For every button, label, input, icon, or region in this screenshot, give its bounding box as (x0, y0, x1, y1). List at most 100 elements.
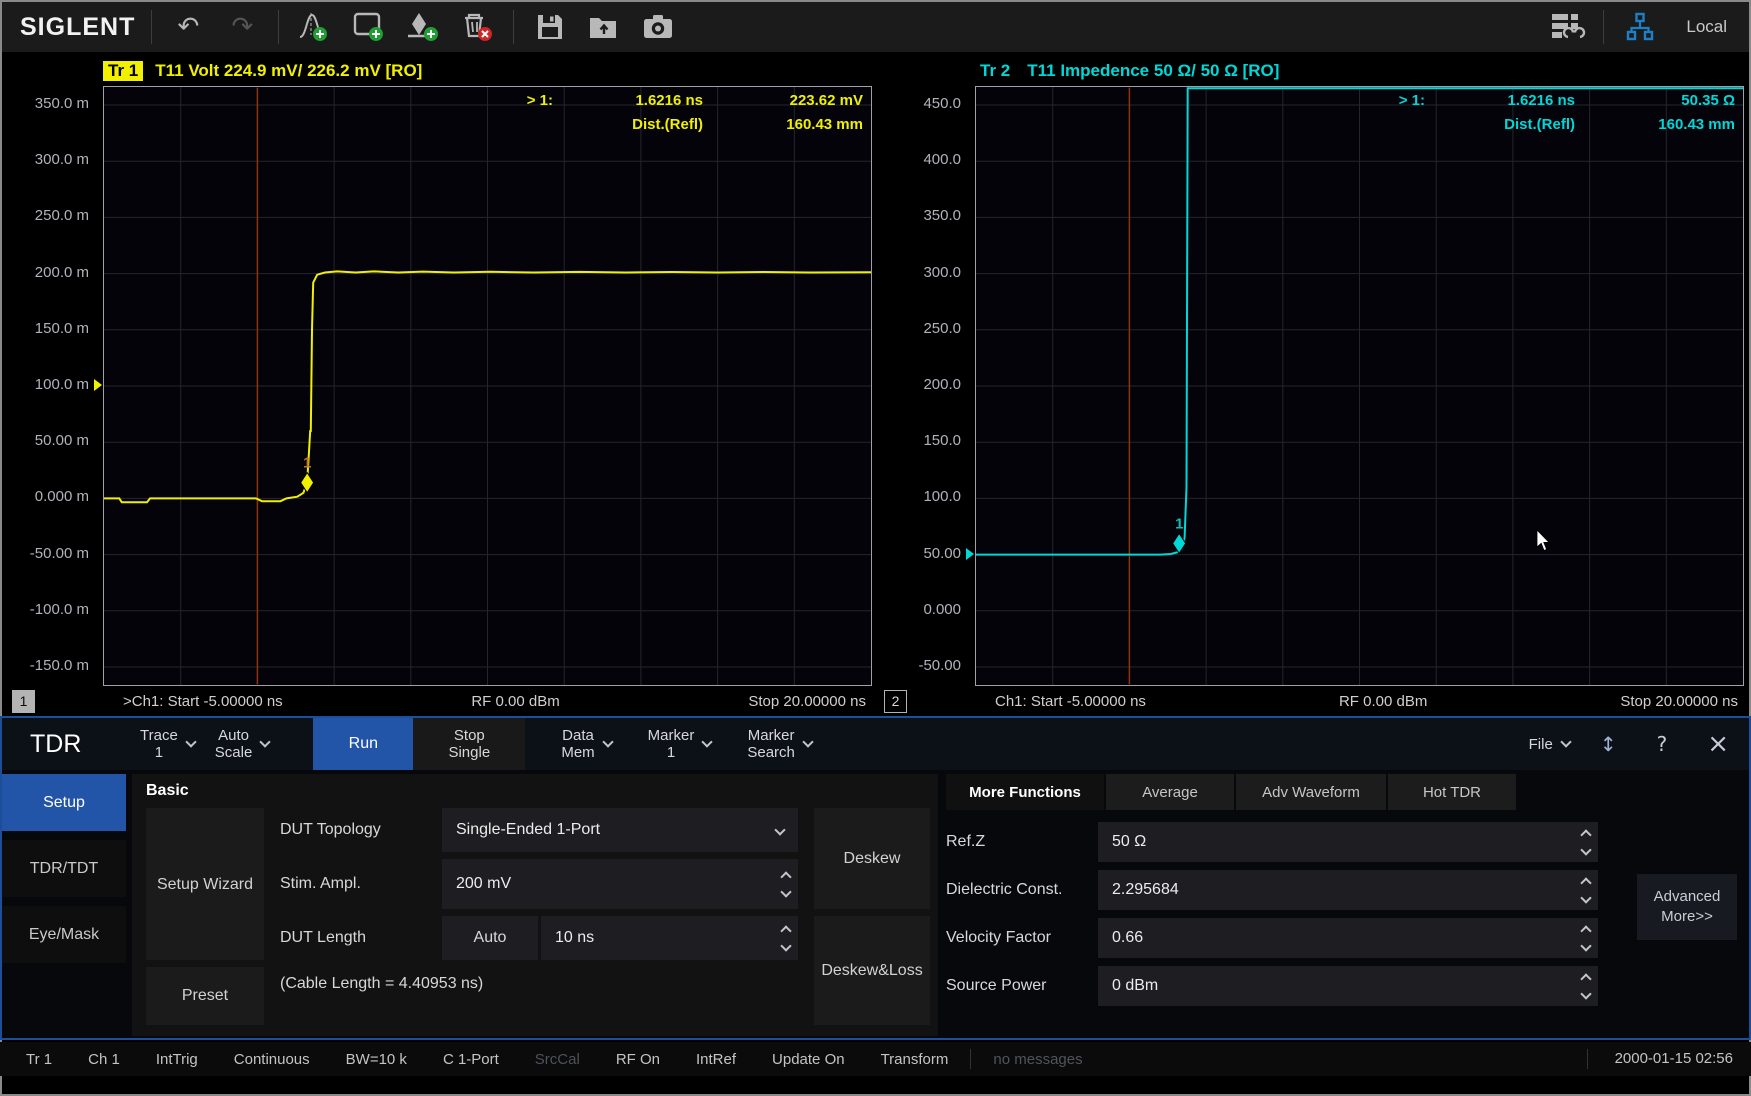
source-power-stepper[interactable] (1582, 966, 1590, 1006)
open-file-icon[interactable] (584, 7, 624, 47)
sidebar-item-setup[interactable]: Setup (2, 774, 126, 831)
ref-z-stepper[interactable] (1582, 822, 1590, 862)
start-time-label: >Ch1: Start -5.00000 ns (123, 693, 283, 710)
stim-ampl-stepper[interactable] (782, 859, 790, 909)
tab-average[interactable]: Average (1106, 774, 1234, 810)
status-separator (970, 1049, 971, 1069)
chevron-down-icon (780, 940, 791, 951)
add-window-icon[interactable] (349, 7, 389, 47)
chevron-down-icon (1580, 940, 1591, 951)
stim-ampl-field[interactable]: 200 mV (442, 859, 798, 909)
preset-button[interactable]: Preset (146, 967, 264, 1025)
run-button[interactable]: Run (313, 718, 413, 770)
help-icon[interactable]: ? (1637, 732, 1688, 756)
menu-marker-search[interactable]: MarkerSearch (737, 718, 822, 770)
chevron-down-icon (1580, 892, 1591, 903)
status-item: RF On (616, 1051, 660, 1068)
redo-icon[interactable]: ↷ (222, 7, 262, 47)
dut-topology-select[interactable]: Single-Ended 1-Port (442, 808, 798, 852)
reference-level-marker (966, 548, 974, 560)
more-functions-section: More Functions Average Adv Waveform Hot … (946, 774, 1749, 1036)
screenshot-icon[interactable] (638, 7, 678, 47)
status-item: IntTrig (156, 1051, 198, 1068)
source-power-field[interactable]: 0 dBm (1098, 966, 1598, 1006)
add-marker-icon[interactable] (403, 7, 443, 47)
y-axis-labels: 450.0400.0350.0300.0250.0200.0150.0100.0… (880, 86, 975, 686)
tab-adv-waveform[interactable]: Adv Waveform (1236, 774, 1386, 810)
tab-hot-tdr[interactable]: Hot TDR (1388, 774, 1516, 810)
rf-power-label: RF 0.00 dBm (1339, 693, 1427, 710)
dielectric-const-field[interactable]: 2.295684 (1098, 870, 1598, 910)
y-axis-tick-label: 0.000 m (35, 488, 89, 505)
sidebar-item-tdr-tdt[interactable]: TDR/TDT (2, 840, 126, 897)
ref-z-field[interactable]: 50 Ω (1098, 822, 1598, 862)
status-datetime: 2000-01-15 02:56 (1615, 1050, 1733, 1067)
y-axis-tick-label: -50.00 m (30, 545, 89, 562)
network-icon[interactable] (1620, 7, 1660, 47)
y-axis-tick-label: 350.0 m (35, 95, 89, 112)
y-axis-tick-label: 300.0 m (35, 151, 89, 168)
window2-badge[interactable]: 2 (884, 690, 907, 713)
dut-length-auto-button[interactable]: Auto (442, 916, 538, 960)
top-toolbar: SIGLENT ↶ ↷ (2, 2, 1749, 52)
deskew-button[interactable]: Deskew (814, 808, 930, 909)
trace2-tag[interactable]: Tr 2 (975, 61, 1015, 81)
plot-area-2[interactable]: 1 > 1: 1.6216 ns 50.35 Ω Dist.(Refl) 160… (975, 86, 1744, 686)
chevron-up-icon (1580, 829, 1591, 840)
undo-icon[interactable]: ↶ (168, 7, 208, 47)
menu-data-mem[interactable]: DataMem (551, 718, 621, 770)
trace2-footer: 2 Ch1: Start -5.00000 ns RF 0.00 dBm Sto… (880, 686, 1744, 716)
stop-single-button[interactable]: StopSingle (413, 718, 525, 770)
y-axis-tick-label: -100.0 m (30, 601, 89, 618)
velocity-factor-label: Velocity Factor (946, 918, 1098, 958)
marker1-readout: > 1: 1.6216 ns 223.62 mV Dist.(Refl) 160… (497, 92, 863, 140)
chevron-down-icon (602, 736, 613, 747)
save-file-icon[interactable] (530, 7, 570, 47)
dielectric-const-label: Dielectric Const. (946, 870, 1098, 910)
menu-trace[interactable]: Trace1 (130, 718, 205, 770)
add-trace-icon[interactable] (295, 7, 335, 47)
dut-length-field[interactable]: 10 ns (541, 916, 798, 960)
display-link-icon[interactable] (1547, 7, 1587, 47)
tab-more-functions[interactable]: More Functions (946, 774, 1104, 810)
mouse-cursor (1536, 530, 1552, 552)
y-axis-tick-label: 150.0 m (35, 320, 89, 337)
window1-badge[interactable]: 1 (12, 690, 35, 713)
advanced-more-button[interactable]: Advanced More>> (1637, 874, 1737, 940)
menu-auto-scale[interactable]: AutoScale (205, 718, 280, 770)
tdr-panel-body: Setup TDR/TDT Eye/Mask Basic Setup Wizar… (2, 770, 1749, 1036)
tdr-sidebar: Setup TDR/TDT Eye/Mask (2, 774, 126, 1036)
velocity-factor-stepper[interactable] (1582, 918, 1590, 958)
velocity-factor-field[interactable]: 0.66 (1098, 918, 1598, 958)
y-axis-tick-label: 450.0 (923, 95, 961, 112)
start-time-label: Ch1: Start -5.00000 ns (995, 693, 1146, 710)
status-item: Update On (772, 1051, 845, 1068)
dut-length-stepper[interactable] (782, 916, 790, 960)
chevron-down-icon (774, 824, 785, 835)
menu-file[interactable]: File (1519, 718, 1580, 770)
y-axis-tick-label: 50.00 m (35, 432, 89, 449)
delete-trace-icon[interactable] (457, 7, 497, 47)
y-axis-tick-label: 350.0 (923, 207, 961, 224)
y-axis-tick-label: -150.0 m (30, 657, 89, 674)
ref-z-label: Ref.Z (946, 822, 1098, 862)
close-icon[interactable]: × (1687, 729, 1749, 759)
marker2-readout: > 1: 1.6216 ns 50.35 Ω Dist.(Refl) 160.4… (1369, 92, 1735, 140)
setup-wizard-button[interactable]: Setup Wizard (146, 808, 264, 960)
toolbar-separator (1603, 10, 1604, 44)
dielectric-const-stepper[interactable] (1582, 870, 1590, 910)
trace1-tag[interactable]: Tr 1 (103, 61, 143, 81)
chevron-up-icon (1580, 925, 1591, 936)
trace2-title: T11 Impedence 50 Ω/ 50 Ω [RO] (1027, 61, 1279, 81)
svg-text:1: 1 (303, 455, 311, 472)
local-remote-label[interactable]: Local (1686, 17, 1727, 37)
deskew-loss-button[interactable]: Deskew&Loss (814, 916, 930, 1025)
menu-marker[interactable]: Marker1 (638, 718, 722, 770)
y-axis-labels: 350.0 m300.0 m250.0 m200.0 m150.0 m100.0… (8, 86, 103, 686)
plot-area-1[interactable]: 1 > 1: 1.6216 ns 223.62 mV Dist.(Refl) 1… (103, 86, 872, 686)
source-power-label: Source Power (946, 966, 1098, 1006)
resize-panel-icon[interactable]: ↕ (1580, 732, 1637, 756)
toolbar-separator (278, 10, 279, 44)
sidebar-item-eye-mask[interactable]: Eye/Mask (2, 906, 126, 963)
chevron-up-icon (1580, 973, 1591, 984)
